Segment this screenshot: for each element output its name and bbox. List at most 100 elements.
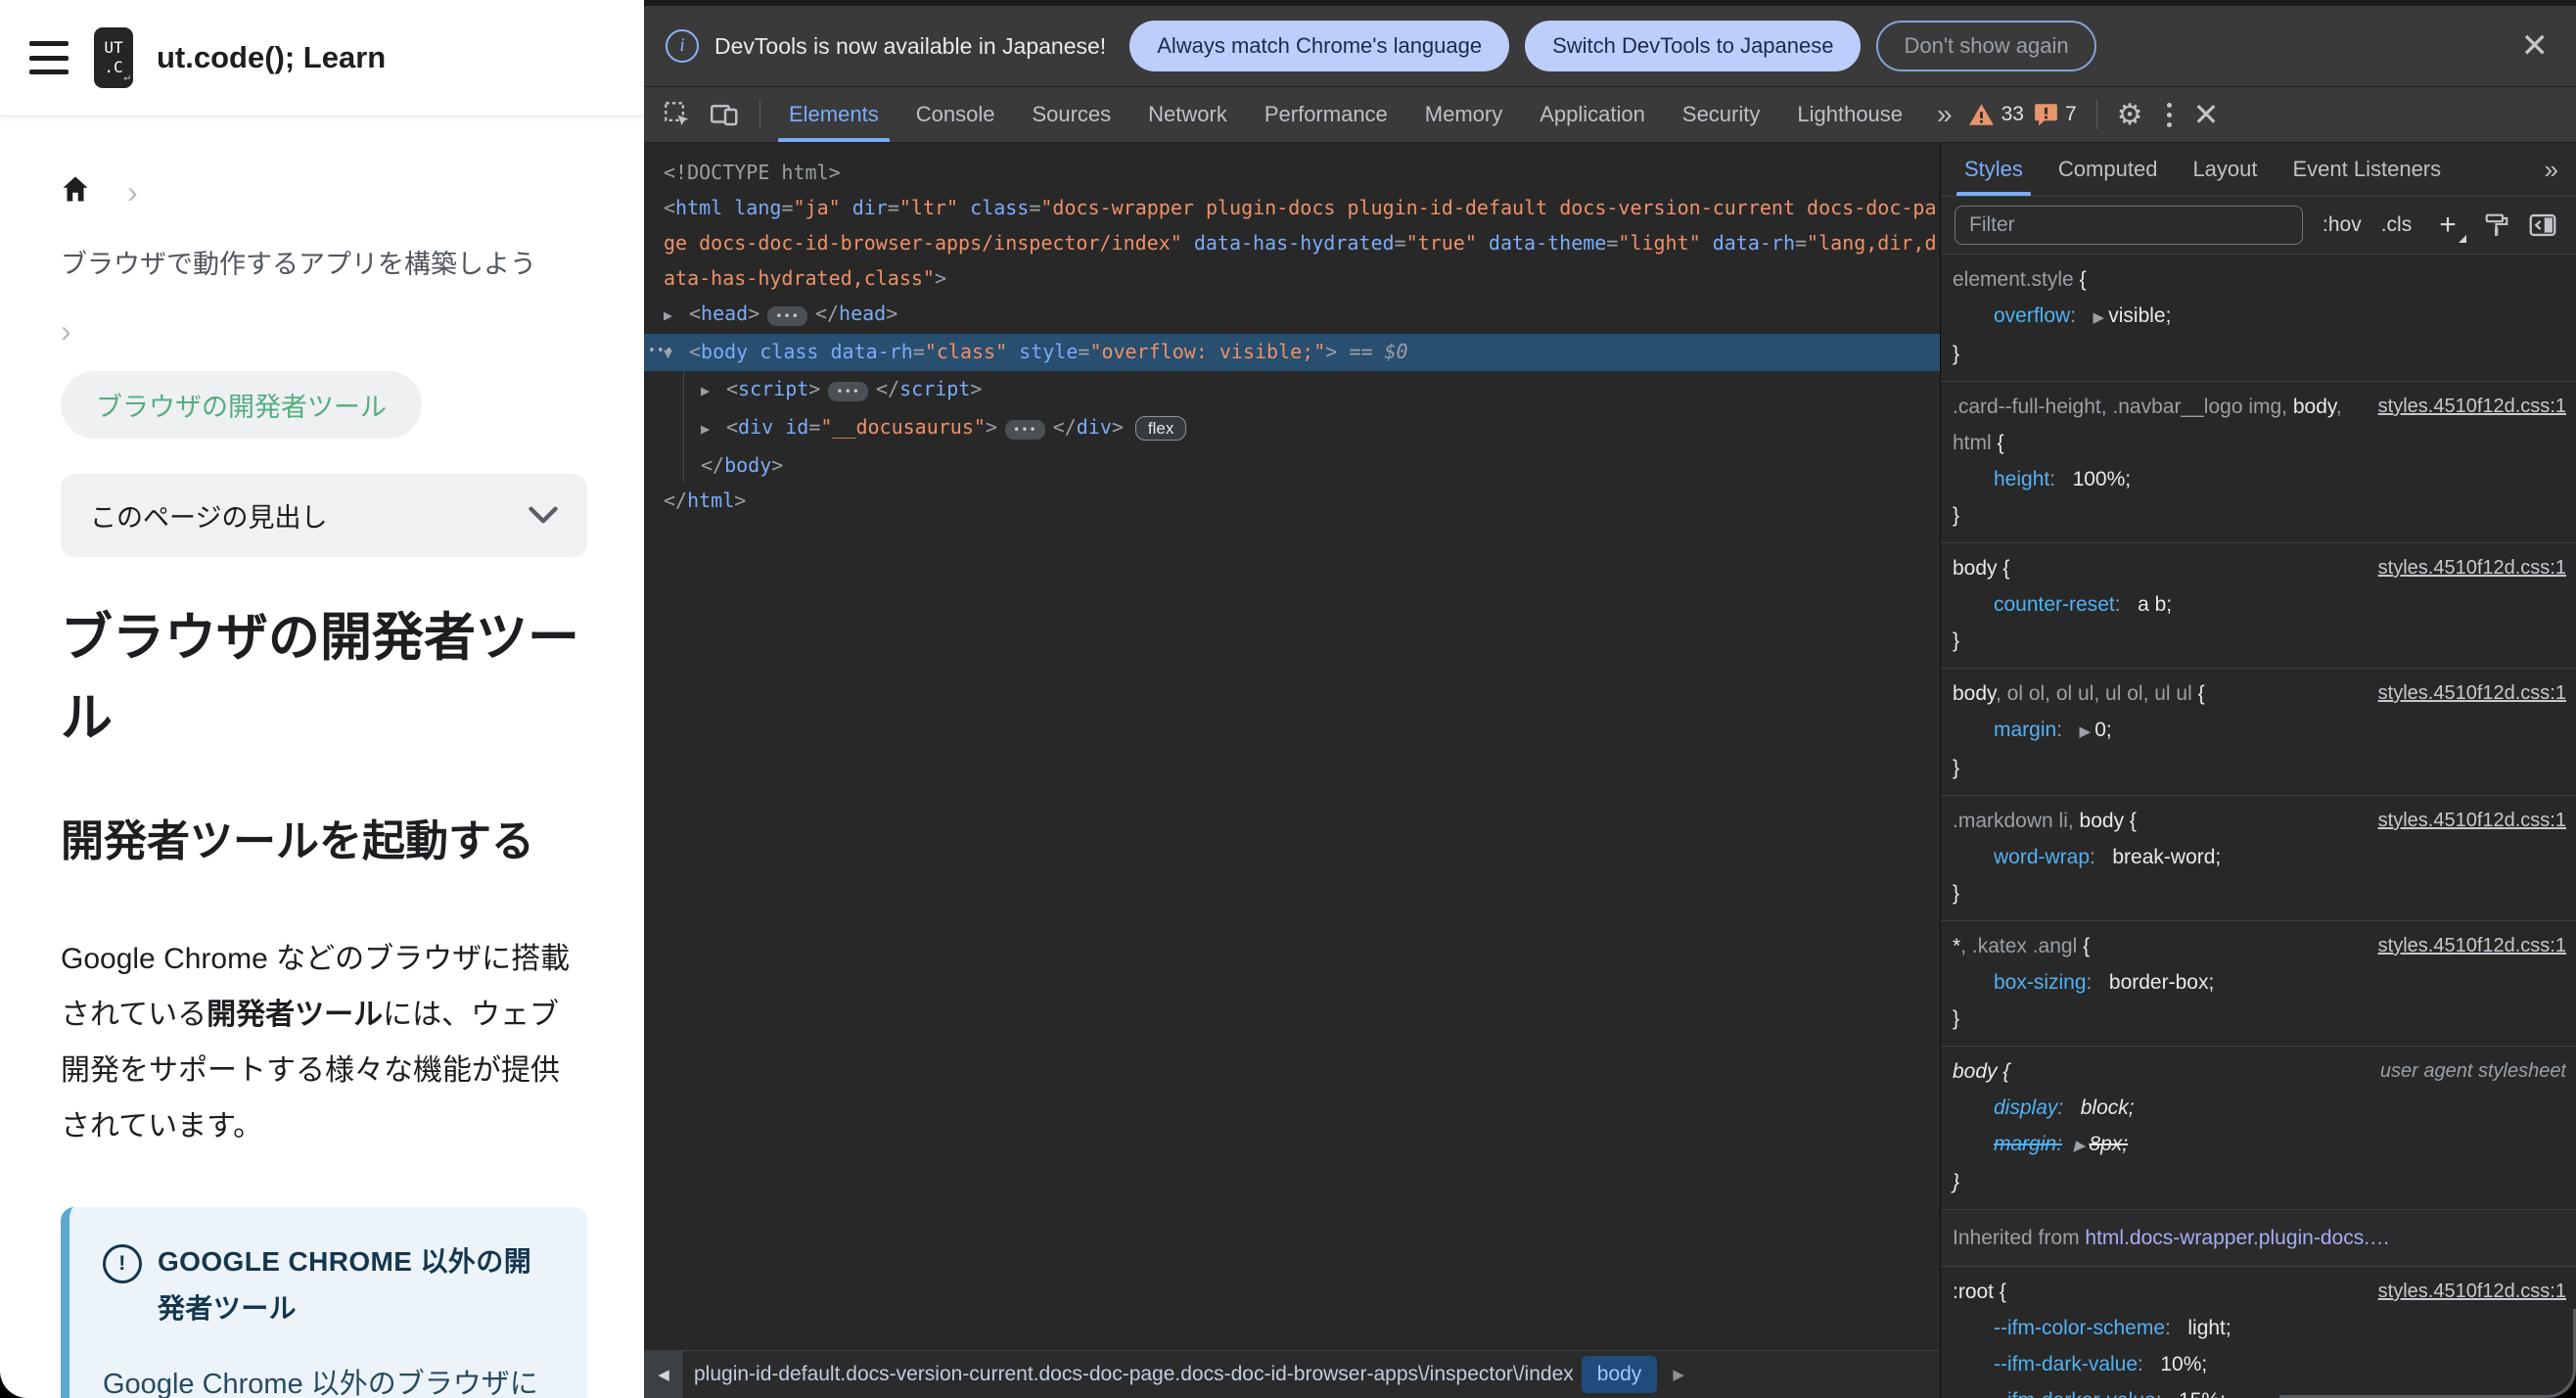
tab-network[interactable]: Network	[1129, 87, 1246, 142]
menu-hamburger-button[interactable]	[29, 39, 70, 76]
breadcrumb-current[interactable]: ブラウザの開発者ツール	[61, 371, 422, 439]
stylesheet-link[interactable]: styles.4510f12d.css:1	[2378, 389, 2566, 425]
alert-circle-icon: !	[103, 1244, 142, 1283]
toggle-sidebar-panel-icon[interactable]	[2529, 213, 2556, 237]
stylesheet-link[interactable]: styles.4510f12d.css:1	[2378, 676, 2566, 712]
css-declaration[interactable]: counter-reset: a b;	[1953, 586, 2566, 623]
rule-card-full-height: .card--full-height, .navbar__logo img, b…	[1941, 382, 2576, 543]
dom-node-script[interactable]: ▶ <script> ••• </script>	[658, 371, 1940, 409]
rule-close-brace: }	[1953, 1171, 1960, 1193]
dom-breadcrumb-bar: ◀ plugin-id-default.docs-version-current…	[644, 1350, 1940, 1398]
more-tabs-icon[interactable]: »	[2545, 155, 2570, 185]
css-declaration[interactable]: overflow: ▶ visible;	[1953, 298, 2566, 336]
info-admonition: ! GOOGLE CHROME 以外の開発者ツール Google Chrome …	[61, 1207, 587, 1398]
rule-selector[interactable]: .card--full-height, .navbar__logo img, b…	[1953, 389, 2367, 461]
browser-window: UT .C ↵ ut.code(); Learn › ブラウザで動作するアプリを…	[0, 0, 2576, 1398]
site-title[interactable]: ut.code(); Learn	[157, 40, 386, 75]
breadcrumb-node-path[interactable]: plugin-id-default.docs-version-current.d…	[684, 1363, 1578, 1386]
breadcrumb-selected-node[interactable]: body	[1581, 1356, 1658, 1393]
chevron-right-icon: ›	[61, 313, 71, 349]
new-style-rule-button[interactable]: +	[2431, 210, 2466, 243]
switch-japanese-button[interactable]: Switch DevTools to Japanese	[1525, 21, 1862, 71]
tab-memory[interactable]: Memory	[1406, 87, 1521, 142]
rule-close-brace: }	[1953, 757, 1960, 779]
tab-lighthouse[interactable]: Lighthouse	[1778, 87, 1921, 142]
css-declaration[interactable]: box-sizing: border-box;	[1953, 964, 2566, 1001]
tab-event-listeners[interactable]: Event Listeners	[2276, 143, 2460, 196]
css-declaration[interactable]: --ifm-darker-value: 15%;	[1953, 1382, 2566, 1398]
dont-show-again-button[interactable]: Don't show again	[1876, 21, 2096, 71]
match-language-button[interactable]: Always match Chrome's language	[1129, 21, 1510, 71]
divider	[759, 100, 760, 129]
home-icon[interactable]	[61, 175, 90, 208]
styles-toolbar: :hov .cls +	[1941, 197, 2576, 255]
stylesheet-link[interactable]: styles.4510f12d.css:1	[2378, 1274, 2566, 1310]
devtools-notification-bar: i DevTools is now available in Japanese!…	[644, 6, 2576, 87]
rule-selector[interactable]: *, .katex .angl {	[1953, 928, 2367, 964]
breadcrumb-back-icon[interactable]: ◀	[644, 1351, 684, 1398]
inspect-element-icon[interactable]	[654, 101, 701, 128]
dom-node-body-selected[interactable]: ••• ▼ <body class data-rh="class" style="…	[644, 334, 1940, 371]
user-agent-stylesheet-label: user agent stylesheet	[2379, 1060, 2566, 1082]
close-devtools-icon[interactable]: ✕	[2185, 96, 2228, 133]
rule-selector[interactable]: :root {	[1953, 1274, 2367, 1310]
warnings-count: 33	[2001, 103, 2024, 125]
breadcrumb-forward-icon[interactable]: ▶	[1661, 1366, 1696, 1383]
css-declaration[interactable]: height: 100%;	[1953, 461, 2566, 497]
dom-node-html-close[interactable]: </html>	[658, 483, 1940, 518]
more-tabs-icon[interactable]: »	[1921, 99, 1968, 130]
css-declaration[interactable]: display: block;	[1953, 1090, 2566, 1126]
css-declaration-overridden[interactable]: margin: ▶ 8px;	[1953, 1126, 2566, 1164]
stylesheet-link[interactable]: styles.4510f12d.css:1	[2378, 928, 2566, 964]
rule-selector[interactable]: element.style {	[1953, 261, 2566, 298]
rule-body-margin: body, ol ol, ol ul, ul ol, ul ul { styles…	[1941, 669, 2576, 796]
dom-node-head[interactable]: ▶ <head> ••• </head>	[658, 296, 1940, 334]
rule-selector[interactable]: body {	[1953, 550, 2367, 586]
tab-styles[interactable]: Styles	[1947, 143, 2041, 196]
stylesheet-link[interactable]: styles.4510f12d.css:1	[2378, 803, 2566, 839]
tab-console[interactable]: Console	[897, 87, 1014, 142]
tab-layout[interactable]: Layout	[2175, 143, 2275, 196]
toc-collapsible[interactable]: このページの見出し	[61, 474, 587, 557]
tab-sources[interactable]: Sources	[1013, 87, 1129, 142]
utcode-logo[interactable]: UT .C ↵	[94, 27, 133, 88]
kebab-menu-icon[interactable]	[2153, 102, 2185, 127]
inherited-from-header: Inherited from html.docs-wrapper.plugin-…	[1941, 1210, 2576, 1267]
docs-navbar: UT .C ↵ ut.code(); Learn	[0, 0, 644, 116]
toc-label: このページの見出し	[90, 503, 328, 533]
tab-computed[interactable]: Computed	[2041, 143, 2176, 196]
node-menu-dots-icon[interactable]: •••	[648, 334, 673, 369]
tab-performance[interactable]: Performance	[1246, 87, 1406, 142]
toggle-pseudo-button[interactable]: :hov	[2323, 213, 2362, 237]
rule-close-brace: }	[1953, 343, 1960, 365]
dom-node-doctype[interactable]: <!DOCTYPE html>	[658, 155, 1940, 190]
tab-elements[interactable]: Elements	[770, 87, 897, 142]
dom-node-docusaurus-div[interactable]: ▶ <div id="__docusaurus"> ••• </div> flex	[658, 409, 1940, 447]
info-icon: i	[666, 29, 699, 63]
issues-icon[interactable]	[2034, 103, 2058, 126]
dom-node-body-close[interactable]: </body>	[658, 447, 1940, 483]
breadcrumb: › ブラウザで動作するアプリを構築しよう › ブラウザの開発者ツール	[61, 175, 587, 439]
rule-selector[interactable]: body {	[1953, 1053, 2369, 1090]
inherited-node-link[interactable]: html.docs-wrapper.plugin-docs.…	[2085, 1227, 2390, 1249]
css-declaration[interactable]: margin: ▶ 0;	[1953, 712, 2566, 750]
styles-sidebar: Styles Computed Layout Event Listeners »…	[1940, 143, 2576, 1398]
tab-security[interactable]: Security	[1664, 87, 1778, 142]
admonition-body: Google Chrome 以外のブラウザにも開発者ツールは搭載されて	[103, 1369, 538, 1398]
stylesheet-link[interactable]: styles.4510f12d.css:1	[2378, 550, 2566, 586]
toggle-class-button[interactable]: .cls	[2381, 213, 2413, 237]
css-declaration[interactable]: --ifm-color-scheme: light;	[1953, 1310, 2566, 1346]
dom-node-html-open[interactable]: <html lang="ja" dir="ltr" class="docs-wr…	[658, 190, 1940, 296]
settings-gear-icon[interactable]: ⚙	[2107, 98, 2153, 132]
css-declaration[interactable]: --ifm-dark-value: 10%;	[1953, 1346, 2566, 1382]
breadcrumb-section[interactable]: ブラウザで動作するアプリを構築しよう	[61, 245, 587, 284]
style-filter-input[interactable]	[1955, 206, 2303, 245]
device-toolbar-icon[interactable]	[701, 102, 750, 127]
rendering-emulation-icon[interactable]	[2484, 212, 2509, 238]
rule-selector[interactable]: body, ol ol, ol ul, ul ol, ul ul {	[1953, 676, 2367, 712]
warning-icon[interactable]	[1968, 103, 1995, 126]
tab-application[interactable]: Application	[1521, 87, 1664, 142]
rule-selector[interactable]: .markdown li, body {	[1953, 803, 2367, 839]
close-icon[interactable]: ✕	[2515, 25, 2555, 67]
css-declaration[interactable]: word-wrap: break-word;	[1953, 839, 2566, 875]
